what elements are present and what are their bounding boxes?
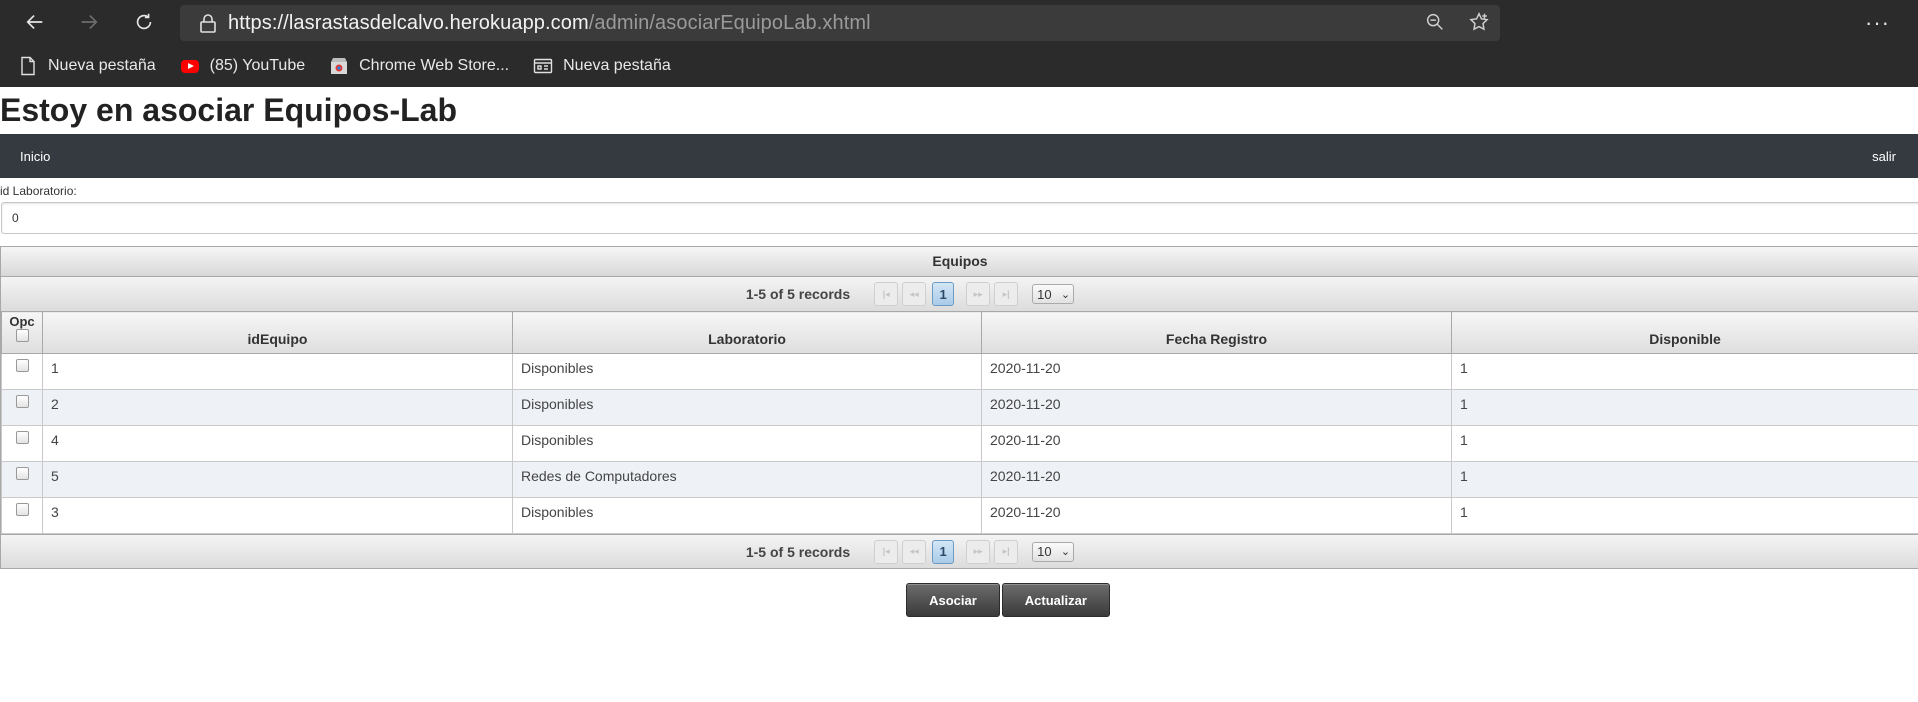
first-page-icon[interactable]: |◂ [874, 282, 899, 306]
column-header-laboratorio[interactable]: Laboratorio [512, 311, 982, 354]
row-checkbox[interactable] [15, 431, 29, 444]
rows-per-page-select[interactable]: 10 ⌄ [1032, 541, 1075, 562]
column-header-idequipo[interactable]: idEquipo [42, 311, 513, 354]
equipos-grid: Opc idEquipo Laboratorio Fecha Registro … [1, 311, 1918, 534]
browser-toolbar: https://lasrastasdelcalvo.herokuapp.com/… [0, 0, 1918, 45]
youtube-icon [180, 56, 200, 76]
select-all-checkbox[interactable] [15, 329, 29, 342]
page-icon [18, 56, 38, 76]
cell-disponible: 1 [1451, 497, 1918, 534]
webstore-icon [329, 56, 349, 76]
refresh-button[interactable]: Actualizar [1001, 583, 1110, 617]
zoom-icon[interactable] [1424, 11, 1446, 38]
cell-idequipo: 5 [42, 461, 513, 498]
last-page-icon[interactable]: ▸| [994, 282, 1019, 306]
last-page-icon[interactable]: ▸| [994, 539, 1019, 564]
chevron-down-icon: ⌄ [1060, 288, 1071, 301]
column-header-opc: Opc [1, 311, 43, 354]
bookmarks-bar: Nueva pestaña (85) YouTube Chrome Web St… [0, 45, 1918, 87]
cell-idequipo: 4 [42, 425, 513, 462]
cell-laboratorio: Redes de Computadores [512, 461, 982, 498]
rows-per-page-select[interactable]: 10 ⌄ [1032, 284, 1075, 304]
cell-laboratorio: Disponibles [512, 389, 982, 426]
prev-page-icon[interactable]: ◂◂ [902, 539, 927, 564]
cell-disponible: 1 [1451, 425, 1918, 462]
paginator-report: 1-5 of 5 records [745, 543, 851, 560]
bookmark-new-tab-2[interactable]: Nueva pestaña [533, 56, 671, 76]
browser-chrome: https://lasrastasdelcalvo.herokuapp.com/… [0, 0, 1918, 87]
forward-icon[interactable] [74, 9, 104, 35]
chevron-down-icon: ⌄ [1060, 546, 1071, 558]
first-page-icon[interactable]: |◂ [874, 539, 899, 564]
bookmark-webstore[interactable]: Chrome Web Store... [329, 56, 509, 76]
cell-fecha-registro: 2020-11-20 [981, 353, 1452, 390]
url-text: https://lasrastasdelcalvo.herokuapp.com/… [228, 11, 871, 34]
next-page-icon[interactable]: ▸▸ [966, 282, 991, 306]
cell-laboratorio: Disponibles [512, 425, 982, 462]
cell-idequipo: 1 [42, 353, 513, 390]
table-caption: Equipos [1, 247, 1918, 277]
associate-button[interactable]: Asociar [906, 583, 1000, 617]
cell-fecha-registro: 2020-11-20 [981, 497, 1452, 534]
cell-laboratorio: Disponibles [512, 497, 982, 534]
cell-fecha-registro: 2020-11-20 [981, 389, 1452, 426]
address-bar[interactable]: https://lasrastasdelcalvo.herokuapp.com/… [180, 5, 1500, 41]
cell-disponible: 1 [1451, 389, 1918, 426]
lock-icon [188, 13, 228, 33]
column-header-disponible[interactable]: Disponible [1451, 311, 1918, 354]
favorite-star-icon[interactable] [1468, 11, 1490, 38]
cell-fecha-registro: 2020-11-20 [981, 425, 1452, 462]
lab-id-label: id Laboratorio: [0, 184, 77, 198]
bookmark-youtube[interactable]: (85) YouTube [180, 56, 305, 76]
cell-disponible: 1 [1451, 461, 1918, 498]
tabs-icon [533, 56, 553, 76]
cell-idequipo: 2 [42, 389, 513, 426]
menu-logout-link[interactable]: salir [1872, 149, 1896, 164]
cell-disponible: 1 [1451, 353, 1918, 390]
menu-home-link[interactable]: Inicio [20, 149, 50, 164]
paginator-report: 1-5 of 5 records [745, 286, 851, 302]
table-row[interactable]: 5 Redes de Computadores 2020-11-20 1 [1, 461, 1918, 498]
paginator-bottom: 1-5 of 5 records |◂ ◂◂ 1 ▸▸ ▸| 10 ⌄ [1, 534, 1918, 568]
page-title: Estoy en asociar Equipos-Lab [0, 92, 457, 128]
table-row[interactable]: 2 Disponibles 2020-11-20 1 [1, 389, 1918, 426]
back-icon[interactable] [20, 9, 50, 35]
next-page-icon[interactable]: ▸▸ [966, 539, 991, 564]
paginator-top: 1-5 of 5 records |◂ ◂◂ 1 ▸▸ ▸| 10 ⌄ [1, 277, 1918, 311]
row-checkbox[interactable] [15, 395, 29, 408]
row-checkbox[interactable] [15, 503, 29, 516]
page-1-button[interactable]: 1 [932, 282, 955, 306]
column-header-fecha-registro[interactable]: Fecha Registro [981, 311, 1452, 354]
cell-fecha-registro: 2020-11-20 [981, 461, 1452, 498]
equipos-table: Equipos 1-5 of 5 records |◂ ◂◂ 1 ▸▸ ▸| 1… [0, 246, 1918, 569]
form-actions: Asociar Actualizar [0, 583, 1918, 617]
table-row[interactable]: 3 Disponibles 2020-11-20 1 [1, 497, 1918, 534]
browser-menu-icon[interactable]: ··· [1865, 10, 1890, 36]
row-checkbox[interactable] [15, 359, 29, 372]
refresh-icon[interactable] [129, 9, 159, 35]
prev-page-icon[interactable]: ◂◂ [902, 282, 927, 306]
lab-id-input[interactable] [1, 202, 1918, 234]
bookmark-new-tab-1[interactable]: Nueva pestaña [18, 56, 156, 76]
row-checkbox[interactable] [15, 467, 29, 480]
page-1-button[interactable]: 1 [932, 539, 955, 564]
cell-laboratorio: Disponibles [512, 353, 982, 390]
table-row[interactable]: 4 Disponibles 2020-11-20 1 [1, 425, 1918, 462]
main-menubar: Inicio salir [0, 134, 1918, 178]
cell-idequipo: 3 [42, 497, 513, 534]
table-row[interactable]: 1 Disponibles 2020-11-20 1 [1, 353, 1918, 390]
